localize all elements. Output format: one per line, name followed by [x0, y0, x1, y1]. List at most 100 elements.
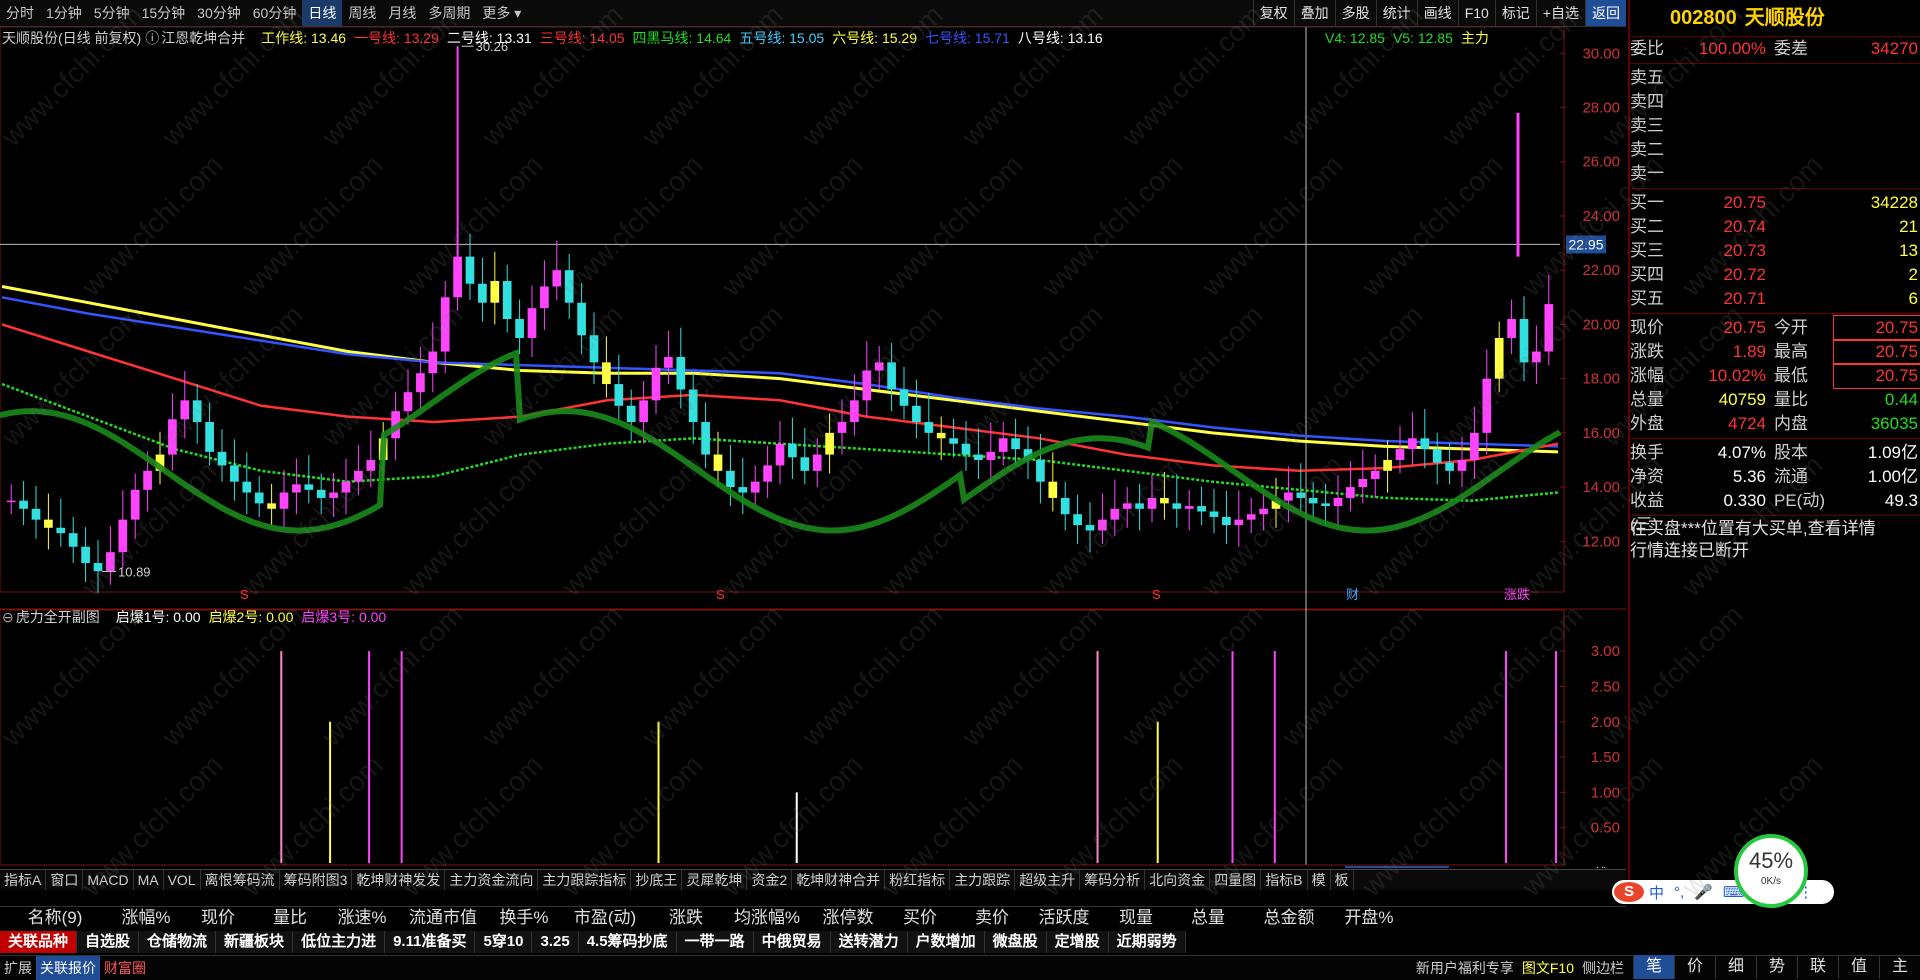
- tool-button-7[interactable]: +自选: [1535, 0, 1585, 26]
- board-tab-4[interactable]: 低位主力进: [293, 931, 386, 953]
- tool-button-2[interactable]: 多股: [1334, 0, 1376, 26]
- indicator-tab-6[interactable]: 筹码附图3: [280, 870, 353, 890]
- indicator-tab-7[interactable]: 乾坤财神发发: [352, 870, 446, 890]
- tool-button-8[interactable]: 返回: [1585, 0, 1626, 26]
- ime-item-2[interactable]: °,: [1669, 884, 1689, 901]
- board-tab-1[interactable]: 自选股: [77, 931, 140, 953]
- list-col-4[interactable]: 涨速%: [326, 907, 398, 929]
- list-col-13[interactable]: 活跃度: [1028, 907, 1100, 929]
- network-speed-gauge[interactable]: 45% 0K/s: [1734, 834, 1808, 908]
- board-tab-7[interactable]: 3.25: [532, 931, 579, 953]
- info-icon[interactable]: ⓘ: [145, 30, 159, 46]
- status-left-2[interactable]: 财富圈: [100, 956, 150, 980]
- tool-button-5[interactable]: F10: [1457, 0, 1495, 26]
- ime-item-1[interactable]: 中: [1644, 882, 1669, 903]
- list-col-0[interactable]: 名称(9): [0, 907, 110, 929]
- status-left-0[interactable]: 扩展: [0, 956, 36, 980]
- period-2[interactable]: 5分钟: [88, 0, 136, 26]
- collapse-icon[interactable]: ⊖: [2, 609, 14, 625]
- period-8[interactable]: 月线: [382, 0, 422, 26]
- board-tab-0[interactable]: 关联品种: [0, 931, 78, 953]
- indicator-tab-8[interactable]: 主力资金流向: [445, 870, 539, 890]
- indicator-tab-13[interactable]: 乾坤财神合并: [792, 870, 886, 890]
- list-col-11[interactable]: 买价: [884, 907, 956, 929]
- indicator-tab-4[interactable]: VOL: [164, 870, 201, 890]
- tool-button-0[interactable]: 复权: [1252, 0, 1294, 26]
- indicator-tab-9[interactable]: 主力跟踪指标: [538, 870, 632, 890]
- list-col-1[interactable]: 涨幅%: [110, 907, 182, 929]
- indicator-tab-12[interactable]: 资金2: [747, 870, 793, 890]
- tool-button-6[interactable]: 标记: [1494, 0, 1536, 26]
- period-3[interactable]: 15分钟: [136, 0, 192, 26]
- indicator-tab-18[interactable]: 北向资金: [1145, 870, 1211, 890]
- period-9[interactable]: 多周期: [422, 0, 476, 26]
- period-0[interactable]: 分时: [0, 0, 40, 26]
- indicator-tab-17[interactable]: 筹码分析: [1080, 870, 1146, 890]
- status-left-1[interactable]: 关联报价: [36, 956, 100, 980]
- indicator-tab-10[interactable]: 抄底王: [631, 870, 683, 890]
- board-tab-2[interactable]: 仓储物流: [139, 931, 217, 953]
- indicator-tab-19[interactable]: 四量图: [1210, 870, 1262, 890]
- status-right-2[interactable]: 侧边栏: [1578, 956, 1628, 980]
- period-5[interactable]: 60分钟: [247, 0, 303, 26]
- board-tab-5[interactable]: 9.11准备买: [385, 931, 476, 953]
- board-tab-8[interactable]: 4.5筹码抄底: [578, 931, 677, 953]
- indicator-tab-0[interactable]: 指标A: [0, 870, 47, 890]
- list-col-9[interactable]: 均涨幅%: [722, 907, 812, 929]
- notice-0[interactable]: 在买盘***位置有大买单,查看详情: [1630, 518, 1920, 540]
- period-1[interactable]: 1分钟: [40, 0, 88, 26]
- board-tab-9[interactable]: 一带一路: [676, 931, 754, 953]
- right-tab-2[interactable]: 细: [1715, 955, 1756, 979]
- right-tab-4[interactable]: 联: [1797, 955, 1838, 979]
- indicator-tab-3[interactable]: MA: [134, 870, 164, 890]
- right-tab-5[interactable]: 值: [1838, 955, 1879, 979]
- indicator-name[interactable]: 江恩乾坤合并: [161, 30, 245, 46]
- ime-item-0[interactable]: S: [1614, 882, 1644, 902]
- right-tab-1[interactable]: 价: [1674, 955, 1715, 979]
- board-tab-10[interactable]: 中俄贸易: [753, 931, 831, 953]
- indicator-tab-21[interactable]: 模: [1308, 870, 1331, 890]
- right-tab-0[interactable]: 笔: [1633, 955, 1674, 979]
- status-right-1[interactable]: 图文F10: [1518, 956, 1578, 980]
- right-tab-6[interactable]: 主: [1879, 955, 1920, 979]
- indicator-tab-1[interactable]: 窗口: [46, 870, 84, 890]
- indicator-tab-5[interactable]: 离恨筹码流: [201, 870, 280, 890]
- list-col-14[interactable]: 现量: [1100, 907, 1172, 929]
- board-tab-15[interactable]: 近期弱势: [1108, 931, 1186, 953]
- list-col-5[interactable]: 流通市值: [398, 907, 488, 929]
- list-col-7[interactable]: 市盈(动): [560, 907, 650, 929]
- list-col-8[interactable]: 涨跌: [650, 907, 722, 929]
- tool-button-4[interactable]: 画线: [1416, 0, 1458, 26]
- kline-chart[interactable]: 30.0028.0026.0024.0022.0020.0018.0016.00…: [0, 27, 1626, 868]
- indicator-tab-14[interactable]: 粉红指标: [885, 870, 951, 890]
- right-tab-3[interactable]: 势: [1756, 955, 1797, 979]
- indicator-tab-11[interactable]: 灵犀乾坤: [682, 870, 748, 890]
- tool-button-3[interactable]: 统计: [1375, 0, 1417, 26]
- list-col-6[interactable]: 换手%: [488, 907, 560, 929]
- ime-item-3[interactable]: 🎤: [1689, 883, 1718, 901]
- board-tab-14[interactable]: 定增股: [1046, 931, 1109, 953]
- period-6[interactable]: 日线: [302, 0, 343, 26]
- board-tab-12[interactable]: 户数增加: [907, 931, 985, 953]
- indicator-tab-2[interactable]: MACD: [83, 870, 134, 890]
- indicator-tab-15[interactable]: 主力跟踪: [950, 870, 1016, 890]
- indicator-tab-22[interactable]: 板: [1331, 870, 1354, 890]
- list-col-17[interactable]: 开盘%: [1334, 907, 1404, 929]
- list-col-16[interactable]: 总金额: [1244, 907, 1334, 929]
- sub-indicator-name[interactable]: 虎力全开副图: [16, 609, 100, 625]
- list-col-3[interactable]: 量比: [254, 907, 326, 929]
- list-col-12[interactable]: 卖价: [956, 907, 1028, 929]
- period-10[interactable]: 更多 ▾: [476, 0, 527, 26]
- list-col-15[interactable]: 总量: [1172, 907, 1244, 929]
- status-right-0[interactable]: 新用户福利专享: [1412, 956, 1518, 980]
- board-tab-3[interactable]: 新疆板块: [216, 931, 294, 953]
- notice-1[interactable]: 行情连接已断开: [1630, 540, 1920, 562]
- period-7[interactable]: 周线: [342, 0, 382, 26]
- board-tab-6[interactable]: 5穿10: [475, 931, 533, 953]
- indicator-tab-20[interactable]: 指标B: [1261, 870, 1308, 890]
- period-4[interactable]: 30分钟: [191, 0, 247, 26]
- indicator-tab-16[interactable]: 超级主升: [1015, 870, 1081, 890]
- tool-button-1[interactable]: 叠加: [1293, 0, 1335, 26]
- list-col-10[interactable]: 涨停数: [812, 907, 884, 929]
- board-tab-11[interactable]: 送转潜力: [830, 931, 908, 953]
